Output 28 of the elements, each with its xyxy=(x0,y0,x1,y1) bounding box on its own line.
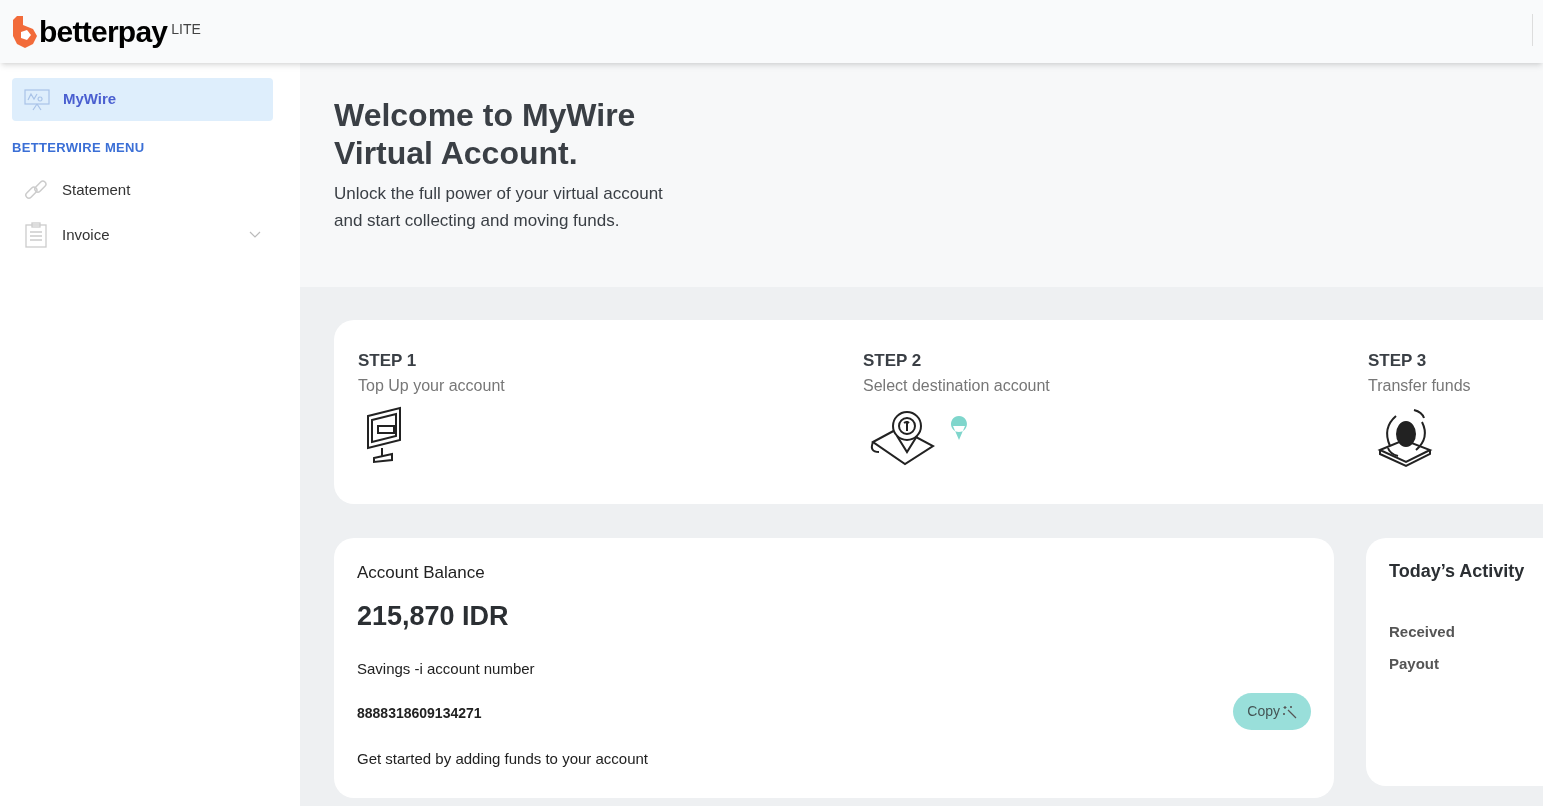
clipboard-icon xyxy=(25,222,47,248)
menu-item[interactable]: Invoice xyxy=(12,216,273,254)
balance-amount: 215,870 IDR xyxy=(357,599,510,633)
step-description: Top Up your account xyxy=(358,375,505,396)
activity-label: Received xyxy=(1389,622,1456,642)
sidebar-item[interactable]: MyWire xyxy=(12,78,273,121)
hero-subtitle: Unlock the full power of your virtual account and start collecting and moving funds. xyxy=(334,183,664,232)
balance-label: Account Balance xyxy=(357,562,486,584)
step-description: Transfer funds xyxy=(1368,375,1471,396)
presentation-board-icon xyxy=(24,88,50,111)
menu-item[interactable]: Statement xyxy=(12,171,273,209)
link-icon xyxy=(24,178,48,202)
step-title: STEP 1 xyxy=(358,350,417,372)
copy-button[interactable]: Copy xyxy=(1233,693,1311,730)
brand-name: betterpay xyxy=(39,16,168,47)
hero-title: Welcome to MyWire Virtual Account. xyxy=(334,96,637,172)
step-title: STEP 2 xyxy=(863,350,922,372)
logo-icon xyxy=(13,15,37,48)
magic-wand-icon xyxy=(1283,704,1297,719)
section-title: BETTERWIRE MENU xyxy=(12,139,146,157)
activity-label: Payout xyxy=(1389,653,1440,674)
step-description: Select destination account xyxy=(863,375,1050,396)
account-number: 8888318609134271 xyxy=(357,703,482,723)
step-title: STEP 3 xyxy=(1368,350,1427,372)
account-label: Savings -i account number xyxy=(357,659,536,679)
activity-title: Today’s Activity xyxy=(1389,560,1526,583)
hint-text: Get started by adding funds to your account xyxy=(357,748,649,769)
edition-label: LITE xyxy=(171,20,201,39)
